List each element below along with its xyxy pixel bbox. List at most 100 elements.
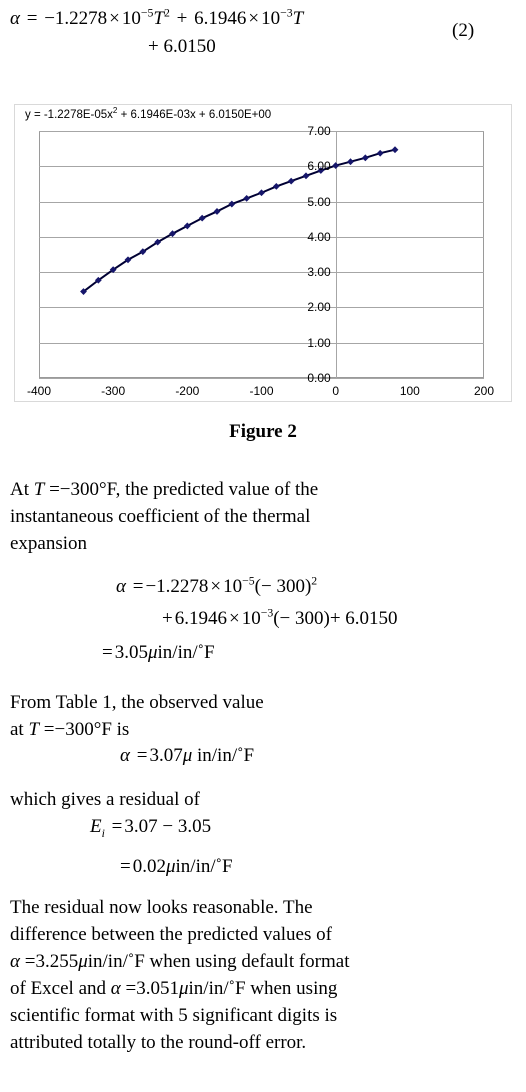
units: in/in/˚F (87, 951, 145, 972)
p1-tail: , the predicted value of the (115, 479, 319, 500)
category-axis-label: 100 (399, 384, 420, 398)
units: in/in/˚F (188, 978, 246, 999)
equation-5-line1: Ei = 3.07 − 3.05 (90, 816, 211, 840)
coefficient: 6.1946 (174, 608, 227, 629)
paragraph-residual-intro: which gives a residual of (10, 786, 510, 813)
base-ten: 10 (241, 608, 261, 629)
alpha-symbol: α (10, 951, 20, 972)
equation-3-line1: α = −1.2278 × 10−5(− 300)2 (116, 574, 317, 598)
residual-subscript: i (101, 826, 105, 840)
chart-figure: y = -1.2278E-05x2 + 6.1946E-03x + 6.0150… (14, 104, 512, 402)
times-sign: × (109, 8, 120, 29)
p4-line2: difference between the predicted values … (10, 924, 332, 945)
figure-caption: Figure 2 (229, 421, 297, 442)
data-point-marker (361, 154, 369, 162)
p1-line3: expansion (10, 533, 88, 554)
category-axis-labels: -400 -300 -200 -100 0 100 200 (14, 384, 512, 404)
times-sign: × (210, 576, 222, 597)
data-point-marker (347, 158, 354, 166)
mu-symbol: μ (78, 951, 88, 972)
equals: = (24, 951, 36, 972)
data-point-marker (258, 189, 265, 197)
variable-T: T (153, 8, 164, 29)
coefficient-b: 6.1946 (194, 8, 247, 29)
value-axis-label: 5.00 (307, 194, 331, 209)
paragraph-predicted-value: At T =−300°F, the predicted value of the… (10, 476, 510, 557)
variable-T-2: T (292, 8, 304, 29)
variable-T: T (28, 719, 40, 740)
plus-sign: + (162, 608, 173, 629)
units: in/in/˚F (157, 642, 215, 663)
default-format-value: 3.255 (35, 951, 79, 972)
temperature-value: −300°F (59, 479, 116, 500)
mu-symbol: μ (182, 745, 193, 766)
gridline (39, 378, 484, 379)
category-axis-label: -100 (249, 384, 274, 398)
equals-sign: = (132, 576, 144, 597)
equation-2-line1: α = −1.2278 × 10−5T2 + 6.1946 × 10−3T (10, 6, 304, 30)
series-line (82, 148, 396, 293)
value-axis-label: 2.00 (307, 300, 331, 315)
units: in/in/˚F (175, 856, 233, 877)
equation-3-line3: = 3.05μin/in/˚F (100, 642, 215, 664)
residual-symbol: E (90, 816, 102, 837)
residual-value: 0.02 (132, 856, 166, 877)
data-point-marker (391, 146, 399, 154)
data-point-marker (302, 172, 310, 180)
p2-tail: is (116, 719, 130, 740)
category-axis-label: 200 (473, 384, 495, 398)
coefficient: −1.2278 (145, 576, 209, 597)
p4-line3: α =3.255μin/in/˚F when using default for… (10, 948, 510, 975)
result-value: 3.05 (114, 642, 148, 663)
value-axis-label: 7.00 (307, 124, 331, 138)
data-point-marker (272, 182, 280, 190)
observed-value: 3.07 (149, 745, 183, 766)
document-page: α = −1.2278 × 10−5T2 + 6.1946 × 10−3T + 6.01… (0, 0, 526, 1092)
paragraph-observed-value: From Table 1, the observed value at T =−… (10, 689, 510, 743)
times-sign-2: × (248, 8, 260, 29)
p3-line1: which gives a residual of (10, 789, 200, 810)
p2-line2: at T =−300°F is (10, 716, 510, 743)
equation-4-observed: α = 3.07μ in/in/˚F (120, 745, 254, 767)
equals-sign: = (26, 8, 38, 29)
argument: (− 300) (273, 608, 330, 629)
p1-lead: At (10, 479, 29, 500)
category-axis-label: 0 (332, 384, 339, 398)
value-axis-label: 0.00 (307, 371, 331, 385)
trendline-equation-label: y = -1.2278E-05x2 + 6.1946E-03x + 6.0150… (25, 107, 271, 121)
exponent: −5 (242, 574, 255, 588)
equals-sign: = (111, 816, 123, 837)
equation-3-line2: +6.1946 × 10−3(− 300)+ 6.0150 (160, 606, 398, 630)
base-ten-2: 10 (261, 8, 281, 29)
equation-2-line2: + 6.0150 (148, 36, 216, 57)
alpha-symbol: α (116, 576, 126, 597)
category-axis-label: -200 (175, 384, 200, 398)
exponent-b: −3 (280, 6, 293, 20)
equals-sign: = (120, 856, 131, 877)
p1-line1: At T =−300°F, the predicted value of the (10, 476, 510, 503)
mu-symbol: μ (165, 856, 176, 877)
data-point-marker (287, 177, 295, 185)
data-point-marker (376, 149, 384, 157)
p4-line4-tail: when using (250, 978, 338, 999)
value-axis-label: 6.00 (307, 159, 331, 174)
alpha-symbol: α (110, 978, 121, 999)
equation-2-number: (2) (452, 20, 475, 41)
value-axis-label: 1.00 (307, 335, 331, 350)
exponent-a: −5 (140, 6, 154, 20)
alpha-symbol: α (10, 8, 20, 29)
data-point-marker (228, 200, 236, 208)
trendline-prefix: y = -1.2278E-05x (25, 109, 113, 121)
variable-T: T (33, 479, 45, 500)
p1-line2: instantaneous coefficient of the thermal (10, 506, 311, 527)
power-two: 2 (164, 6, 170, 20)
temperature-value: −300°F (54, 719, 112, 740)
category-axis-label: -400 (26, 384, 52, 398)
times-sign: × (228, 608, 240, 629)
equals-sign: = (136, 745, 148, 766)
data-point-marker (213, 208, 221, 215)
p4-line4-lead: of Excel and (10, 978, 107, 999)
exponent: −3 (260, 606, 274, 620)
data-series-alpha (80, 146, 399, 295)
value-axis-label: 3.00 (307, 265, 331, 280)
